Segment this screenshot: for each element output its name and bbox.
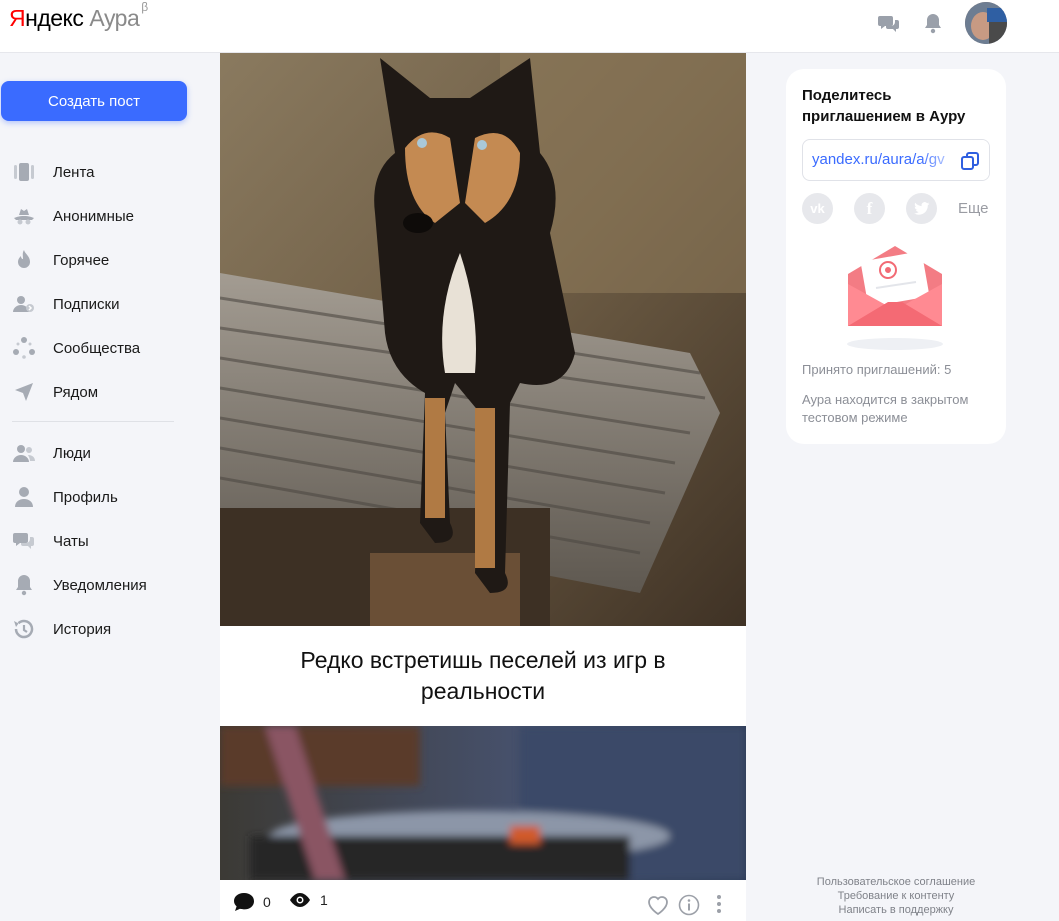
sidebar-item-chats[interactable]: Чаты	[12, 527, 182, 555]
create-post-button[interactable]: Создать пост	[1, 81, 187, 121]
sidebar-item-label: Лента	[53, 163, 95, 181]
share-vk-button[interactable]: vk	[802, 193, 833, 224]
logo-beta: β	[141, 0, 148, 15]
post-photo-dog[interactable]	[220, 53, 746, 626]
comments-button[interactable]: 0	[233, 892, 271, 912]
sidebar-item-people[interactable]: Люди	[12, 439, 182, 467]
facebook-icon: f	[866, 198, 873, 218]
post-actions-bar: 0 1	[220, 880, 746, 921]
anonymous-icon	[12, 204, 36, 228]
sidebar-item-feed[interactable]: Лента	[12, 158, 182, 186]
footer-links: Пользовательское соглашение Требование к…	[786, 875, 1006, 917]
support-link[interactable]: Написать в поддержку	[786, 903, 1006, 917]
more-vertical-icon	[717, 895, 721, 913]
user-agreement-link[interactable]: Пользовательское соглашение	[786, 875, 1006, 889]
sidebar-item-label: Рядом	[53, 383, 99, 401]
sidebar-item-subscriptions[interactable]: Подписки	[12, 290, 182, 318]
accepted-invites: Принято приглашений: 5	[802, 362, 952, 377]
sidebar-item-hot[interactable]: Горячее	[12, 246, 182, 274]
sidebar-item-label: Подписки	[53, 295, 120, 313]
sidebar-item-label: Сообщества	[53, 339, 141, 357]
sidebar-item-notifications[interactable]: Уведомления	[12, 571, 182, 599]
fire-icon	[12, 248, 36, 272]
sidebar-item-label: Чаты	[53, 532, 89, 550]
logo-ya: Я	[9, 5, 26, 31]
sidebar-item-nearby[interactable]: Рядом	[12, 378, 182, 406]
communities-icon	[12, 336, 36, 360]
twitter-icon	[913, 201, 929, 215]
logo-yandex: ндекс	[25, 5, 84, 31]
post-caption: Редко встретишь песелей из игр в реально…	[300, 647, 666, 704]
people-icon	[12, 441, 36, 465]
info-icon	[678, 894, 700, 916]
share-more-button[interactable]: Еще	[958, 200, 989, 217]
invite-panel: Поделитесь приглашением в Ауру yandex.ru…	[786, 69, 1006, 444]
sidebar-item-profile[interactable]: Профиль	[12, 483, 182, 511]
notifications-bell-icon[interactable]	[921, 11, 945, 35]
avatar[interactable]	[965, 2, 1007, 44]
history-icon	[12, 617, 36, 641]
share-twitter-button[interactable]	[906, 193, 937, 224]
copy-icon[interactable]	[960, 151, 980, 176]
views-count: 1	[320, 892, 328, 908]
invite-title: Поделитесь приглашением в Ауру	[802, 87, 966, 125]
feed-icon	[12, 160, 36, 184]
logo[interactable]: Яндекс Аура β	[9, 0, 148, 32]
eye-icon	[290, 893, 310, 907]
sidebar-item-anonymous[interactable]: Анонимные	[12, 202, 182, 230]
sidebar-item-label: История	[53, 620, 112, 638]
sidebar-divider	[12, 421, 174, 422]
post-caption-box: Редко встретишь песелей из игр в реально…	[220, 626, 746, 726]
vk-icon: vk	[810, 201, 825, 216]
sidebar-item-label: Горячее	[53, 251, 110, 269]
envelope-illustration	[842, 244, 948, 359]
profile-icon	[12, 485, 36, 509]
like-button[interactable]	[646, 894, 670, 916]
more-options-button[interactable]	[716, 894, 722, 914]
comment-icon	[234, 893, 254, 911]
sidebar-item-label: Анонимные	[53, 207, 135, 225]
sidebar-item-label: Люди	[53, 444, 91, 462]
views-counter: 1	[288, 892, 328, 908]
comments-count: 0	[263, 894, 271, 910]
closed-testing-note: Аура находится в закрытом тестовом режим…	[802, 392, 969, 425]
logo-aura: Аура	[89, 5, 140, 31]
heart-icon	[648, 896, 668, 916]
post-photo-2[interactable]	[220, 726, 746, 880]
bell-icon	[12, 573, 36, 597]
sidebar-item-communities[interactable]: Сообщества	[12, 334, 182, 362]
messages-icon[interactable]	[877, 11, 901, 35]
subscriptions-icon	[12, 292, 36, 316]
sidebar-item-label: Уведомления	[53, 576, 147, 594]
info-button[interactable]	[678, 894, 700, 916]
location-arrow-icon	[12, 380, 36, 404]
sidebar-item-history[interactable]: История	[12, 615, 182, 643]
sidebar-item-label: Профиль	[53, 488, 118, 506]
share-facebook-button[interactable]: f	[854, 193, 885, 224]
top-header: Яндекс Аура β	[0, 0, 1059, 53]
invite-link-field[interactable]: yandex.ru/aura/a/gv	[802, 139, 990, 181]
chats-icon	[12, 529, 36, 553]
content-requirements-link[interactable]: Требование к контенту	[786, 889, 1006, 903]
